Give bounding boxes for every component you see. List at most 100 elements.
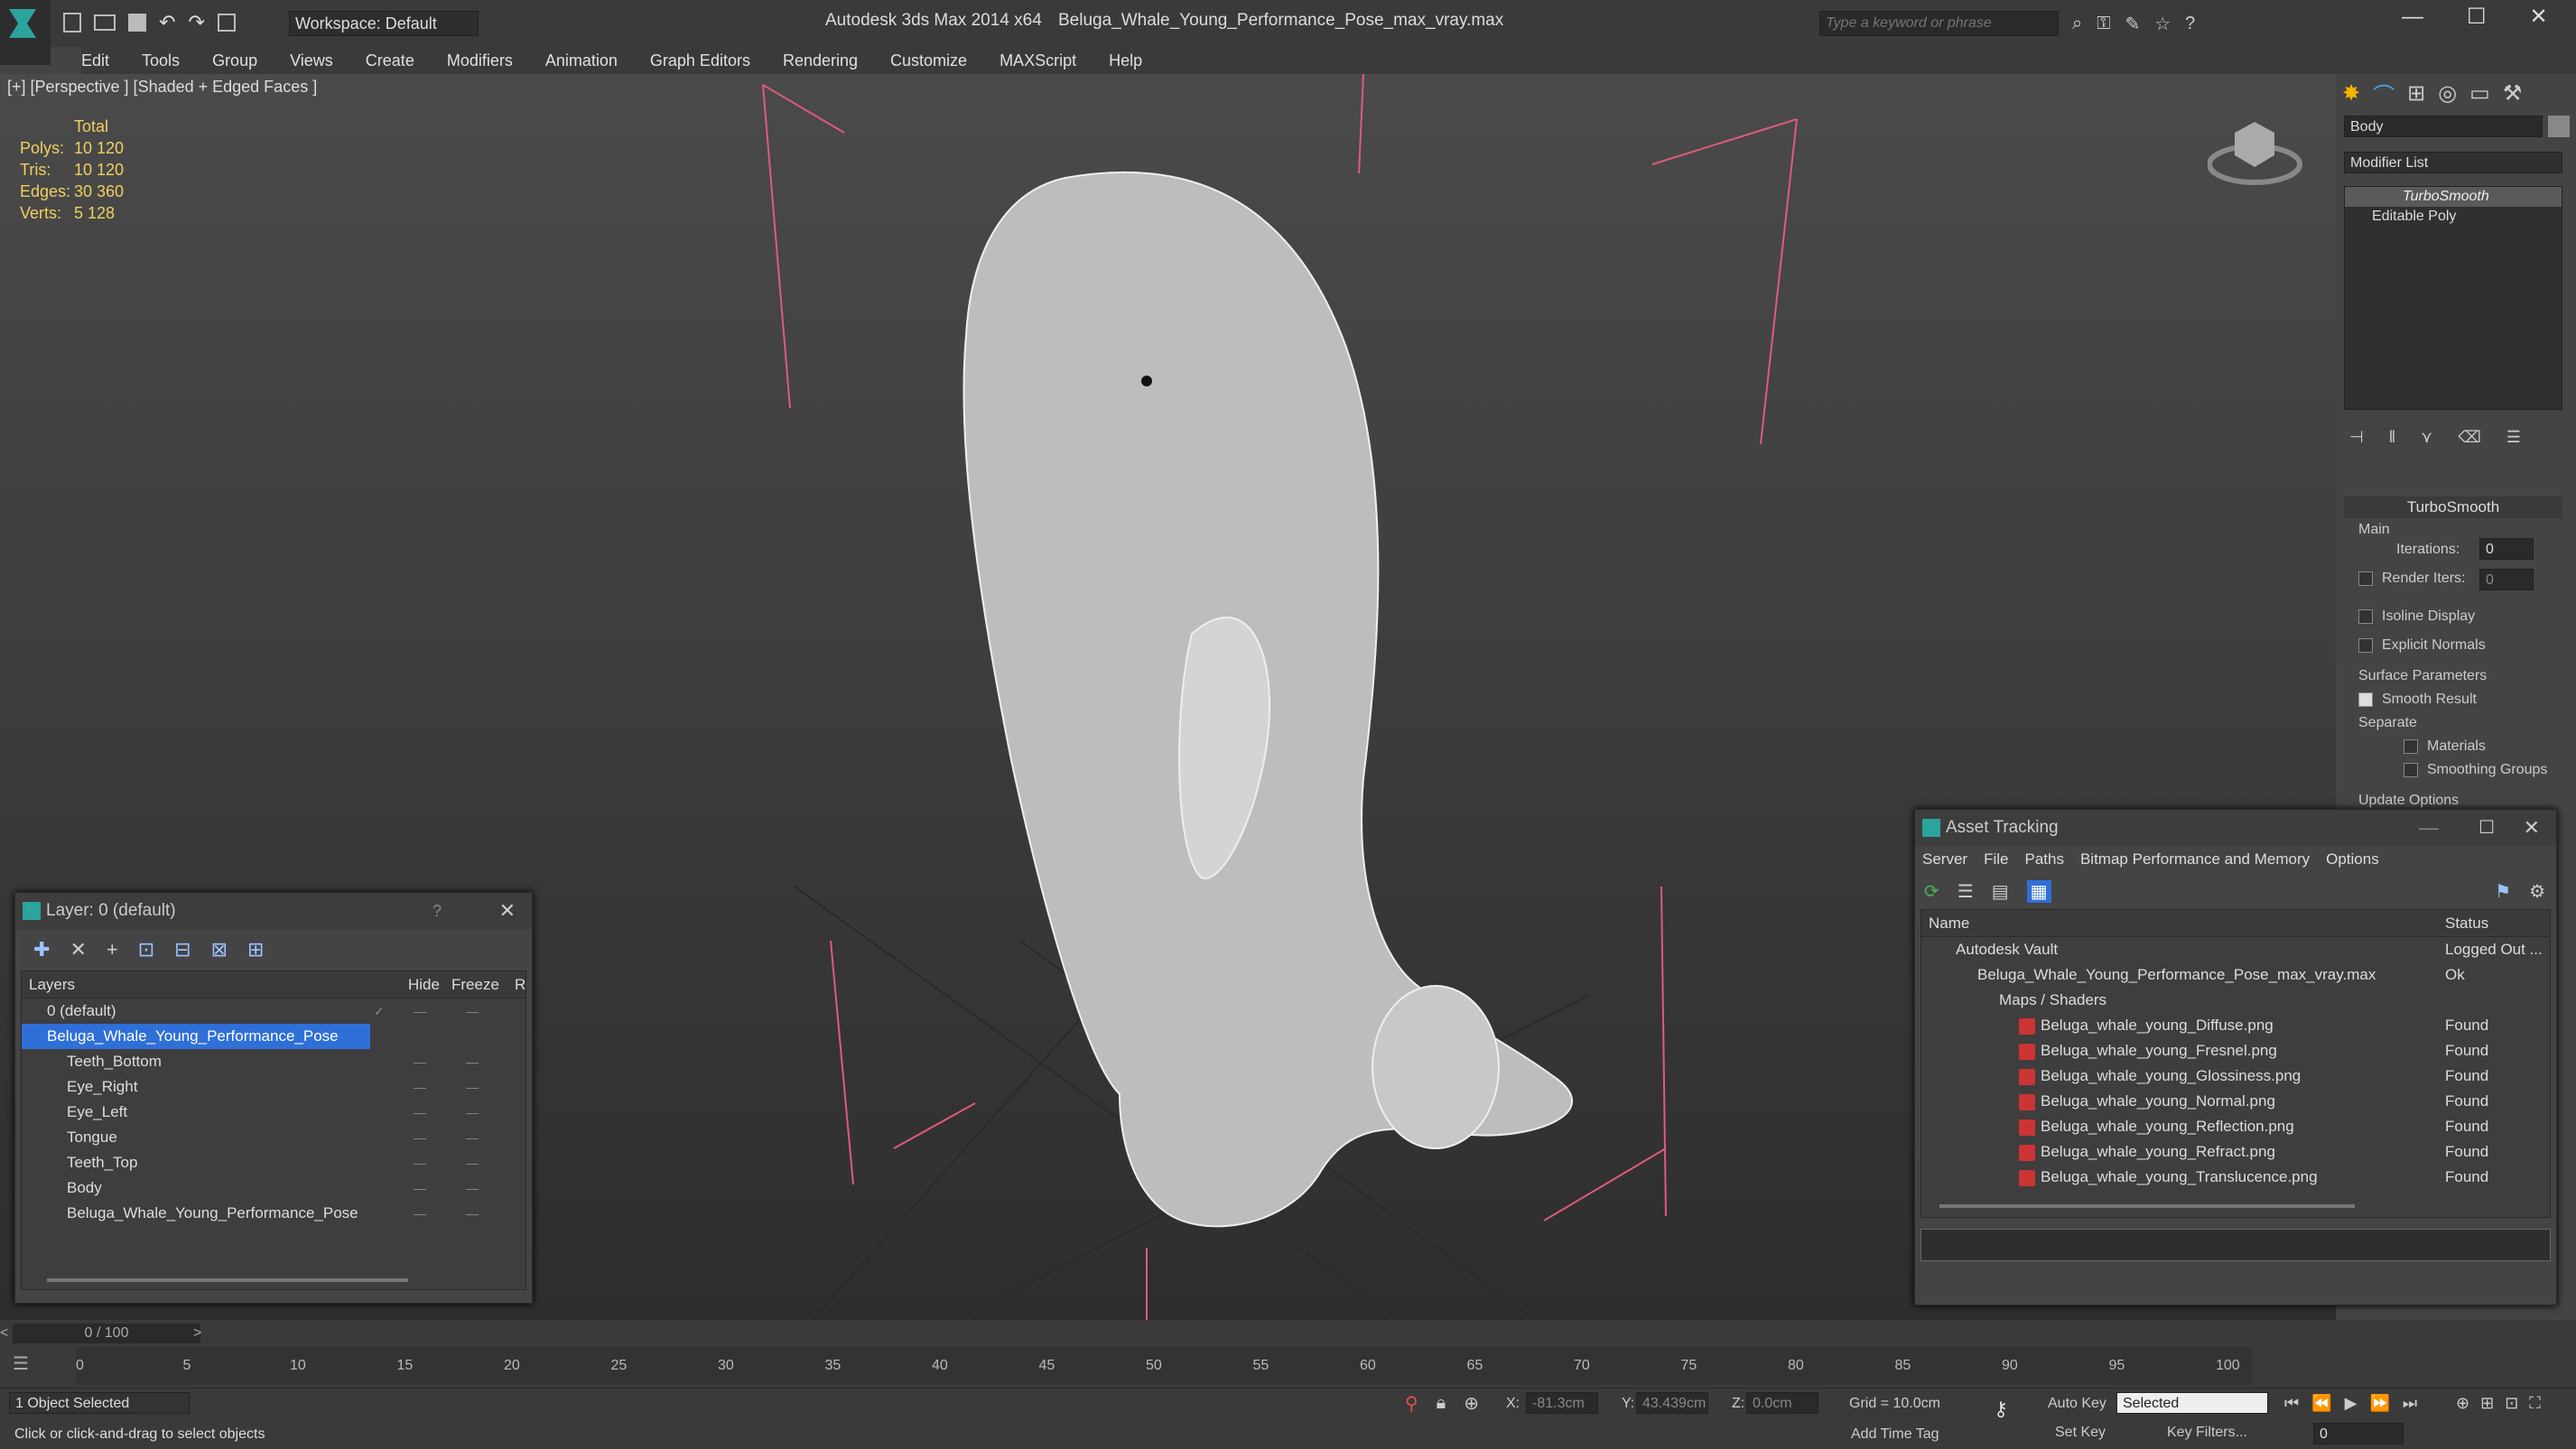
current-frame-field[interactable]: 0 [2313,1423,2404,1444]
menu-options[interactable]: Options [2326,850,2379,868]
asset-tracking-title-bar[interactable]: Asset Tracking — ☐ ✕ [1915,810,2556,846]
asset-row[interactable]: Beluga_whale_young_Refract.png Found [1921,1139,2550,1165]
table-view-icon[interactable]: ▦ [2026,879,2051,903]
display-tab-icon[interactable]: ▭ [2469,80,2490,107]
render-iters-checkbox[interactable] [2358,571,2373,586]
asset-path-field[interactable] [1920,1229,2551,1261]
motion-tab-icon[interactable]: ◎ [2438,80,2457,107]
delete-layer-icon[interactable]: ✕ [70,938,86,961]
refresh-icon[interactable]: ⟳ [1924,880,1939,903]
menu-rendering[interactable]: Rendering [783,51,858,70]
prev-key-icon[interactable]: ⏪ [2311,1394,2331,1413]
menu-server[interactable]: Server [1922,850,1967,868]
help-icon[interactable]: ? [2185,14,2195,34]
list-view-icon[interactable]: ☰ [1958,880,1974,903]
x-coordinate[interactable]: -81.3cm [1526,1392,1598,1414]
menu-tools[interactable]: Tools [142,51,180,70]
col-layers[interactable]: Layers [29,971,75,999]
communication-icon[interactable]: ✎ [2125,13,2140,35]
add-time-tag[interactable]: Add Time Tag [1851,1426,1939,1443]
menu-modifiers[interactable]: Modifiers [447,51,513,70]
isolate-icon[interactable]: ⚲ [1405,1392,1418,1415]
help-button[interactable]: ? [432,893,442,929]
layer-row[interactable]: Eye_Left — — [22,1100,525,1125]
maximize-viewport-icon[interactable]: ⛶ [2529,1394,2541,1413]
stack-item-turbosmooth[interactable]: TurboSmooth [2345,187,2562,207]
object-color-swatch[interactable] [2548,116,2570,137]
menu-create[interactable]: Create [366,51,414,70]
vault-help-icon[interactable]: ⚑ [2495,880,2511,903]
goto-end-icon[interactable]: ⏭ [2403,1394,2417,1413]
configure-sets-icon[interactable]: ☰ [2506,428,2521,447]
make-unique-icon[interactable]: ⋎ [2421,428,2432,447]
menu-maxscript[interactable]: MAXScript [1000,51,1076,70]
layer-row[interactable]: 0 (default) ✓ — — [22,999,525,1024]
close-icon[interactable]: ✕ [2524,810,2540,846]
modifier-list-dropdown[interactable]: Modifier List [2344,152,2562,173]
redo-icon[interactable]: ↷ [188,11,204,34]
subscription-icon[interactable]: ⚿ [2097,14,2110,34]
hide-all-icon[interactable]: ⊠ [211,938,228,961]
menu-file[interactable]: File [1984,850,2008,868]
key-icon[interactable]: ⚷ [1994,1398,2008,1421]
save-icon[interactable] [128,14,146,32]
highlight-layer-icon[interactable]: ⊟ [174,938,191,961]
menu-customize[interactable]: Customize [890,51,967,70]
menu-paths[interactable]: Paths [2024,850,2063,868]
remove-modifier-icon[interactable]: ⌫ [2458,428,2480,447]
key-filters-button[interactable]: Key Filters... [2167,1425,2247,1441]
zoom-extents-icon[interactable]: ⊡ [2505,1394,2518,1413]
key-set-dropdown[interactable]: Selected [2116,1392,2268,1414]
smooth-result-checkbox[interactable]: Smooth Result [2358,692,2477,708]
undo-icon[interactable]: ↶ [159,11,175,34]
menu-graph-editors[interactable]: Graph Editors [650,51,750,70]
minimize-icon[interactable]: — [2419,810,2439,846]
transform-mode-icon[interactable]: ⊕ [1464,1392,1479,1415]
lock-icon[interactable]: 🔒︎ [1437,1393,1446,1414]
col-hide[interactable]: Hide [408,971,440,999]
layer-list-scrollbar[interactable] [47,1278,408,1282]
asset-row[interactable]: Beluga_whale_young_Reflection.png Found [1921,1114,2550,1139]
layer-row[interactable]: Eye_Right — — [22,1074,525,1100]
asset-row[interactable]: Beluga_whale_young_Glossiness.png Found [1921,1064,2550,1089]
layer-row[interactable]: Tongue — — [22,1125,525,1150]
object-name-field[interactable]: Body [2344,116,2543,137]
z-coordinate[interactable]: 0.0cm [1746,1392,1818,1414]
col-r[interactable]: R [515,971,525,999]
pin-stack-icon[interactable]: ⊣ [2349,428,2364,447]
play-icon[interactable]: ▶ [2345,1394,2357,1413]
goto-start-icon[interactable]: ⏮ [2284,1394,2299,1413]
close-icon[interactable]: ✕ [2530,4,2548,30]
detail-view-icon[interactable]: ▤ [1992,880,2009,903]
viewcube[interactable] [2207,115,2302,187]
menu-edit[interactable]: Edit [81,51,109,70]
create-tab-icon[interactable]: ✸ [2342,80,2360,107]
time-slider[interactable]: 0 / 100 [13,1324,200,1343]
favorites-icon[interactable]: ☆ [2154,13,2171,35]
turbosmooth-rollout-header[interactable]: TurboSmooth [2344,497,2562,518]
asset-row[interactable]: Beluga_whale_young_Normal.png Found [1921,1089,2550,1114]
workspace-dropdown[interactable]: Workspace: Default [289,11,479,36]
prev-frame-icon[interactable]: < [0,1325,8,1342]
search-input[interactable] [1819,11,2059,36]
auto-key-button[interactable]: Auto Key [2048,1396,2106,1412]
col-name[interactable]: Name [1929,910,1969,937]
layer-row-selected[interactable]: Beluga_Whale_Young_Performance_Pose [22,1024,370,1049]
layer-row[interactable]: Teeth_Bottom — — [22,1049,525,1074]
track-bar[interactable]: 0 5 10 15 20 25 30 35 40 45 50 55 60 65 70 75 80 85 90 95 10… [76,1347,2252,1385]
maximize-icon[interactable]: ☐ [2478,810,2495,846]
asset-list-scrollbar[interactable] [1939,1204,2355,1208]
zoom-icon[interactable]: ⊕ [2456,1394,2469,1413]
asset-row[interactable]: Maps / Shaders [1921,988,2550,1013]
isoline-display-checkbox[interactable]: Isoline Display [2358,608,2475,625]
menu-group[interactable]: Group [212,51,257,70]
asset-row[interactable]: Beluga_Whale_Young_Performance_Pose_max_… [1921,962,2550,988]
iterations-spinner[interactable]: 0 [2479,538,2534,560]
menu-help[interactable]: Help [1109,51,1142,70]
open-file-icon[interactable] [94,14,116,31]
set-key-button[interactable]: Set Key [2055,1425,2106,1441]
col-freeze[interactable]: Freeze [451,971,499,999]
settings-icon[interactable]: ⚙ [2529,880,2545,903]
maximize-icon[interactable]: ☐ [2467,4,2487,30]
asset-row[interactable]: Beluga_whale_young_Fresnel.png Found [1921,1038,2550,1064]
